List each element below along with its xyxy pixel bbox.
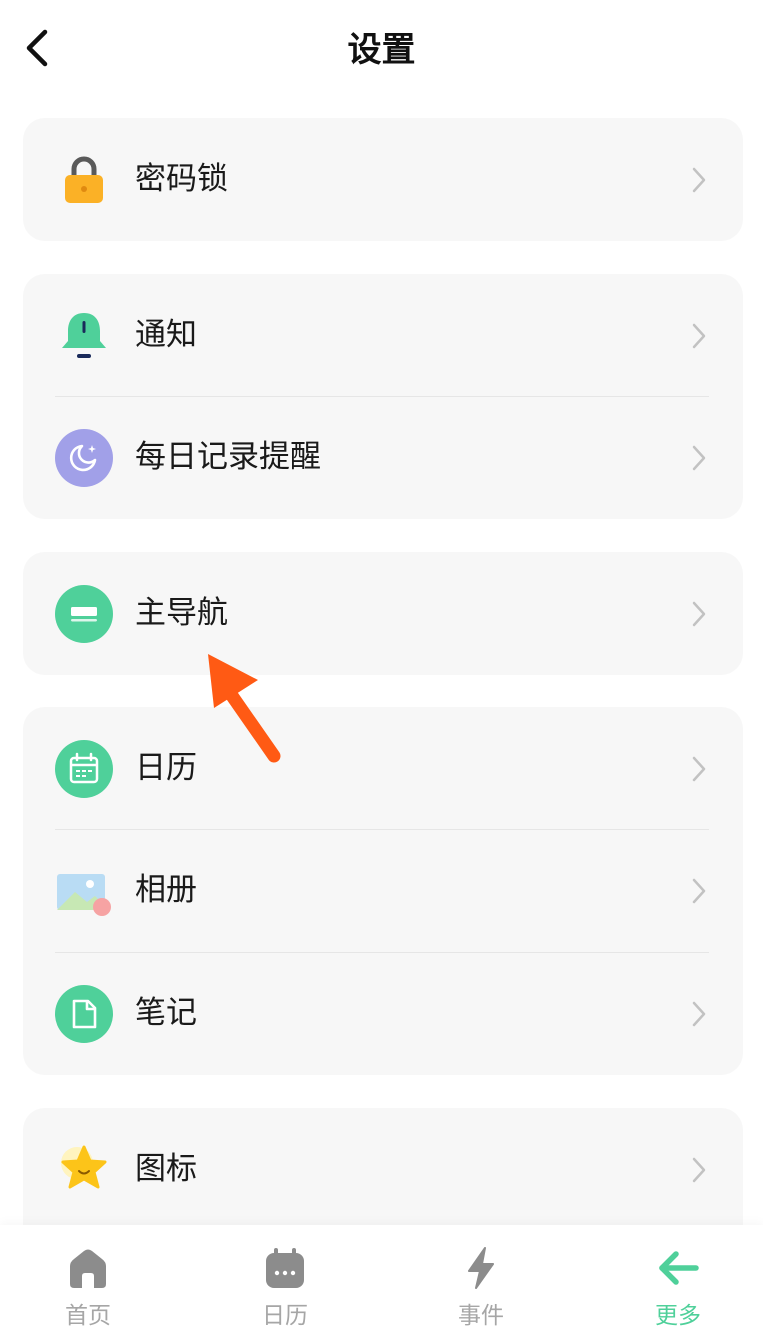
settings-item-label: 通知 <box>135 317 197 353</box>
nav-item-home[interactable]: 首页 <box>0 1225 183 1335</box>
settings-group-content: 日历 相册 笔记 <box>23 707 743 1075</box>
calendar-icon <box>257 1243 313 1293</box>
photo-album-icon <box>55 862 113 920</box>
nav-item-events[interactable]: 事件 <box>386 1225 576 1335</box>
settings-item-notifications[interactable]: 通知 <box>23 274 743 397</box>
bell-icon <box>55 307 113 365</box>
settings-group-notifications: 通知 每日记录提醒 <box>23 274 743 519</box>
chevron-right-icon <box>692 601 706 627</box>
chevron-right-icon <box>692 445 706 471</box>
chevron-right-icon <box>692 1157 706 1183</box>
chevron-right-icon <box>692 167 706 193</box>
header-bar: 设置 <box>0 0 763 100</box>
moon-icon <box>55 429 113 487</box>
settings-item-label: 图标 <box>135 1151 197 1187</box>
chevron-right-icon <box>692 1001 706 1027</box>
settings-item-main-navigation[interactable]: 主导航 <box>23 552 743 675</box>
settings-item-password-lock[interactable]: 密码锁 <box>23 118 743 241</box>
settings-item-calendar[interactable]: 日历 <box>23 707 743 830</box>
nav-item-more[interactable]: 更多 <box>583 1225 763 1335</box>
settings-group-security: 密码锁 <box>23 118 743 241</box>
chevron-right-icon <box>692 323 706 349</box>
settings-group-navigation: 主导航 <box>23 552 743 675</box>
note-icon <box>55 985 113 1043</box>
settings-item-label: 主导航 <box>135 595 228 631</box>
navigation-bar-icon <box>55 585 113 643</box>
settings-item-label: 相册 <box>135 872 197 908</box>
page-title: 设置 <box>347 30 416 70</box>
settings-item-daily-reminder[interactable]: 每日记录提醒 <box>23 396 743 519</box>
nav-label: 更多 <box>655 1303 701 1329</box>
settings-item-label: 密码锁 <box>135 161 228 197</box>
annotation-arrow-icon <box>208 654 281 763</box>
lock-icon <box>55 151 113 209</box>
settings-screen: 设置 密码锁 通知 每日记录提醒 主导航 日历 相册 笔记 图标 首页 日历 事… <box>0 0 763 1335</box>
nav-item-calendar[interactable]: 日历 <box>190 1225 380 1335</box>
star-icon <box>55 1141 113 1199</box>
nav-label: 事件 <box>458 1303 504 1329</box>
arrow-left-icon <box>650 1243 706 1293</box>
settings-item-label: 笔记 <box>135 995 197 1031</box>
chevron-right-icon <box>692 756 706 782</box>
nav-label: 日历 <box>262 1303 308 1329</box>
settings-item-app-icon[interactable]: 图标 <box>23 1108 743 1231</box>
bottom-navigation: 首页 日历 事件 更多 <box>0 1225 763 1335</box>
settings-item-notes[interactable]: 笔记 <box>23 952 743 1075</box>
home-icon <box>60 1243 116 1293</box>
lightning-icon <box>453 1243 509 1293</box>
calendar-icon <box>55 740 113 798</box>
settings-item-label: 每日记录提醒 <box>135 439 321 475</box>
nav-label: 首页 <box>65 1303 111 1329</box>
settings-item-photo-album[interactable]: 相册 <box>23 829 743 952</box>
settings-item-label: 日历 <box>135 750 197 786</box>
chevron-right-icon <box>692 878 706 904</box>
